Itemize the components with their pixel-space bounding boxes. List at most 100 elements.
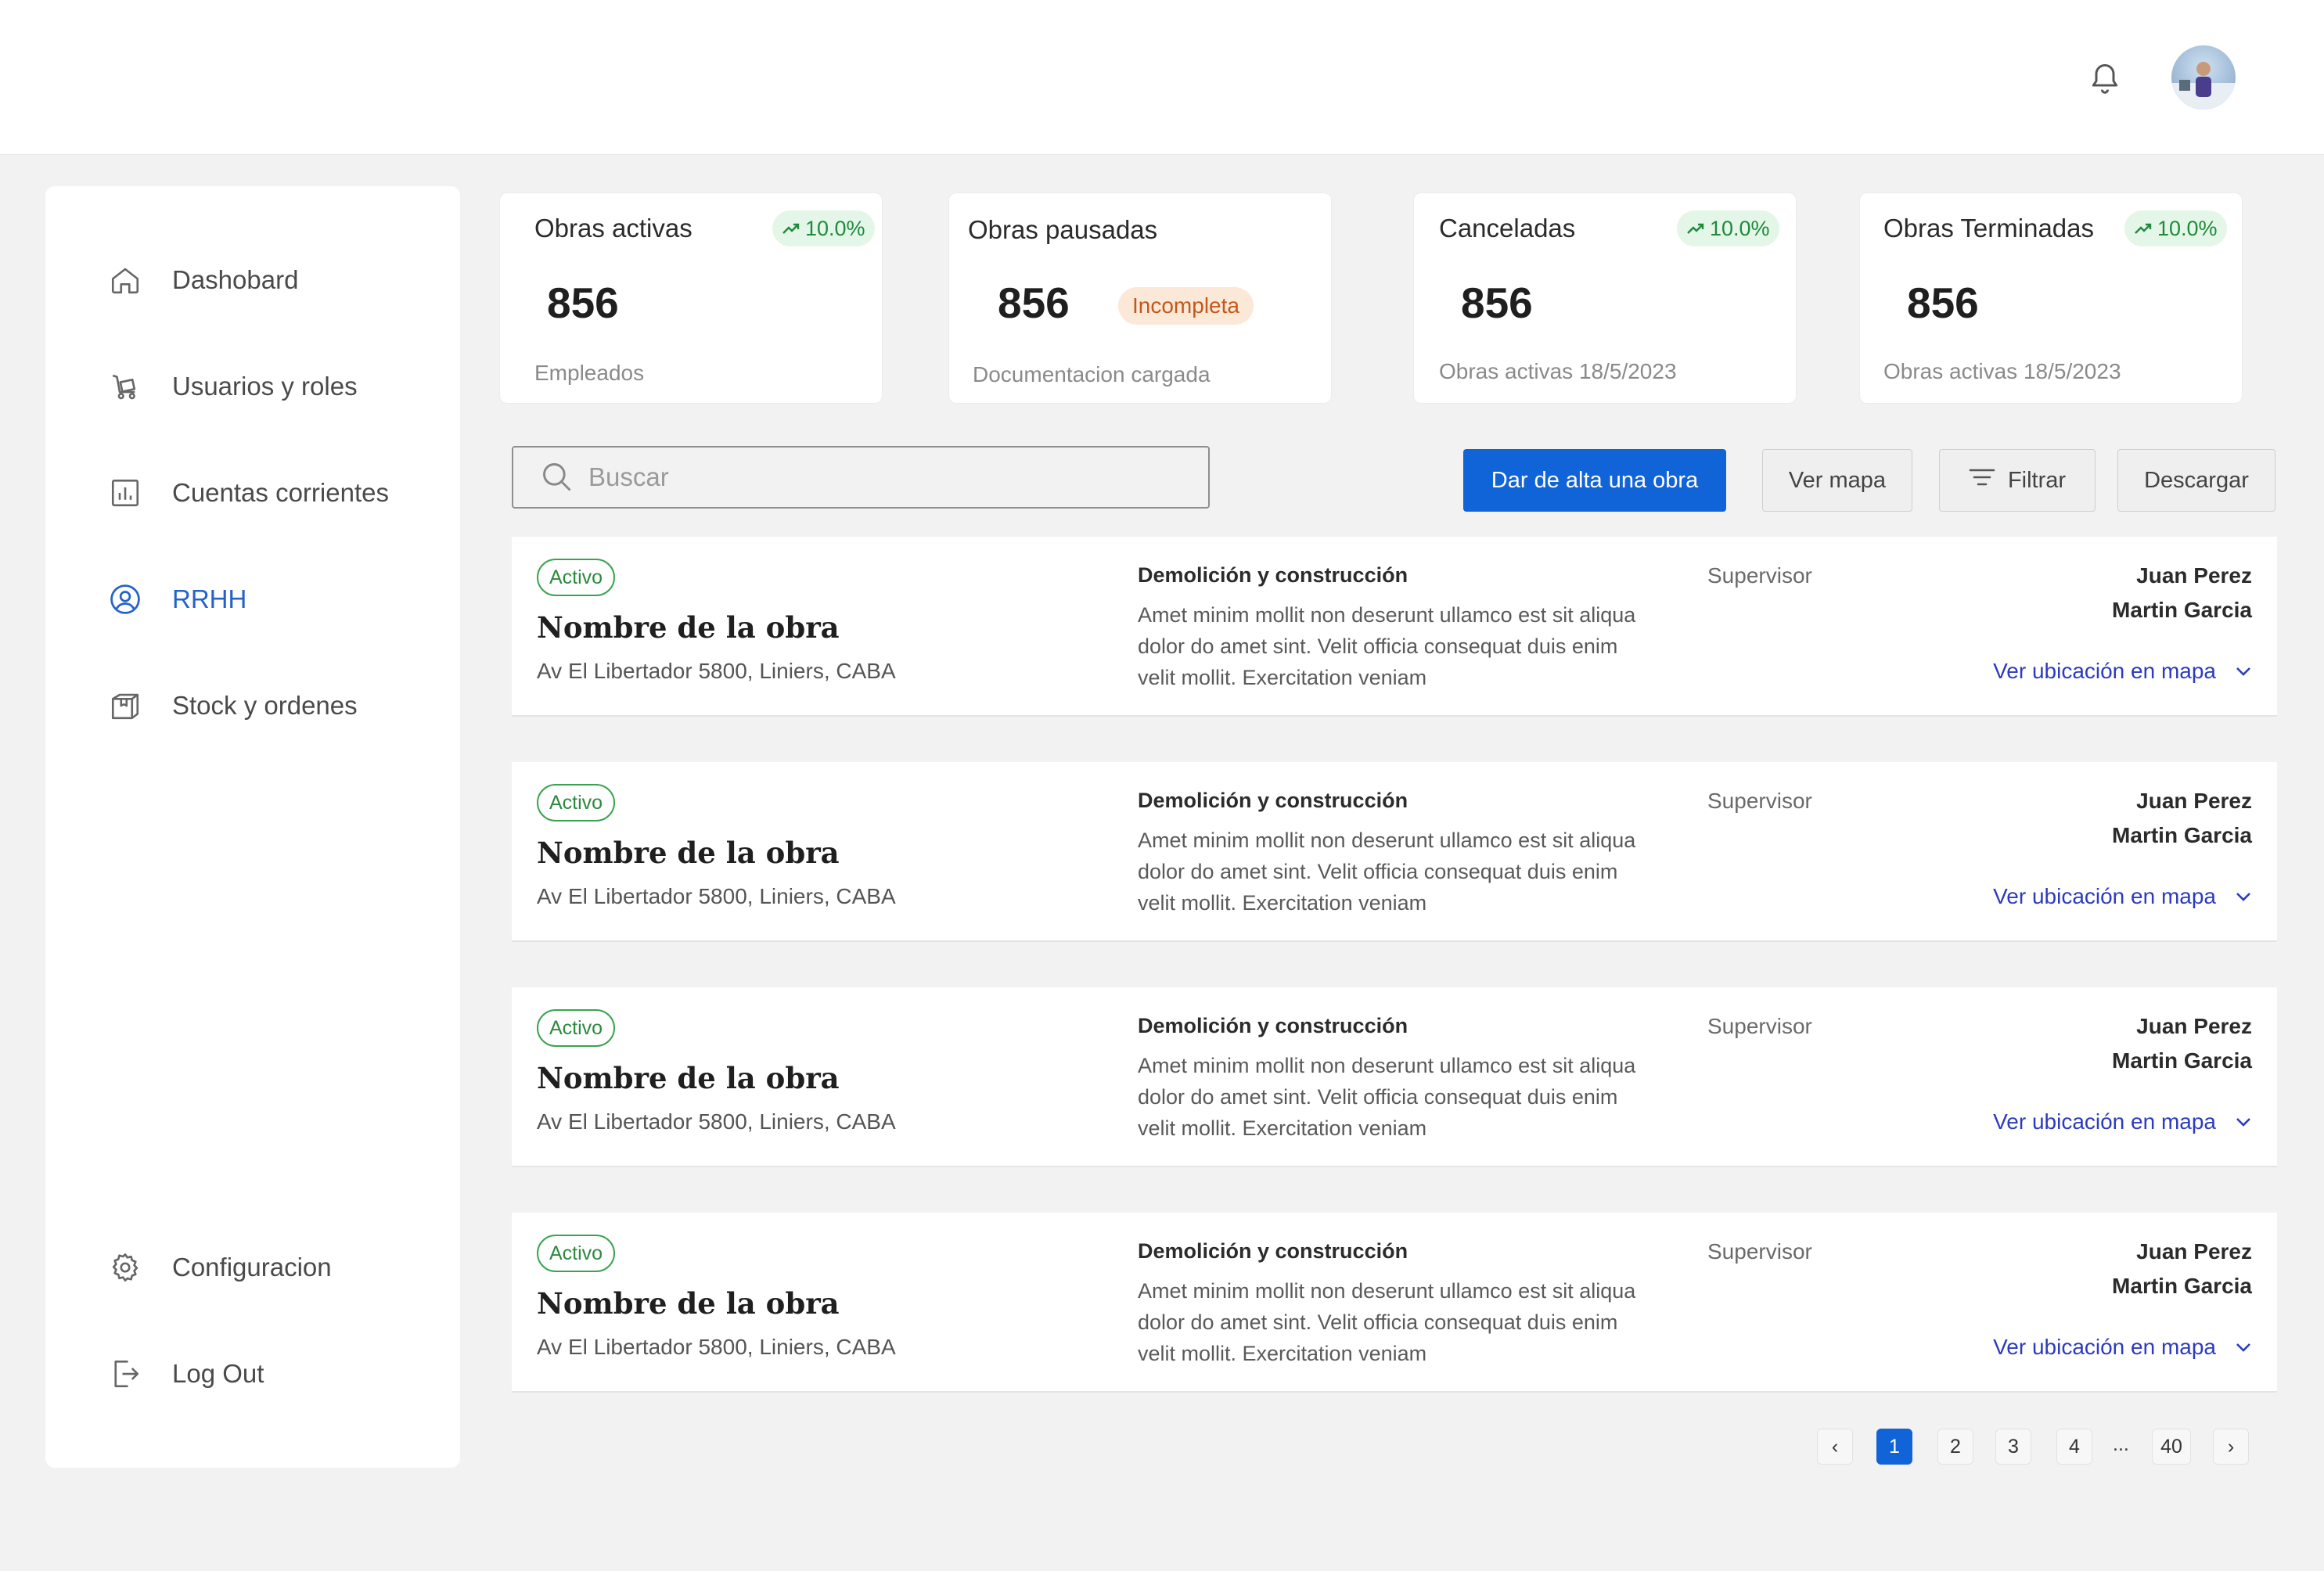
- obra-description: Amet minim mollit non deserunt ullamco e…: [1138, 603, 1636, 689]
- stat-value: 856: [1461, 279, 1533, 327]
- download-button[interactable]: Descargar: [2117, 449, 2275, 512]
- sidebar-item-label: Configuracion: [172, 1253, 332, 1282]
- stat-subtitle: Obras activas 18/5/2023: [1883, 359, 2121, 383]
- bell-icon[interactable]: [2088, 59, 2122, 95]
- trend-badge: 10.0%: [772, 210, 875, 246]
- role-label: Supervisor: [1707, 789, 1812, 813]
- person-name: Martin Garcia: [2112, 823, 2252, 847]
- chart-icon: [108, 476, 142, 510]
- view-location-label: Ver ubicación en mapa: [1993, 1335, 2216, 1359]
- trend-value: 10.0%: [805, 216, 865, 240]
- sidebar-item-users[interactable]: Usuarios y roles: [108, 363, 358, 410]
- search-icon: [540, 460, 574, 494]
- sidebar-item-label: RRHH: [172, 584, 247, 613]
- chevron-down-icon: [2236, 893, 2250, 901]
- view-location-label: Ver ubicación en mapa: [1993, 659, 2216, 683]
- filter-button[interactable]: Filtrar: [1939, 449, 2096, 512]
- view-location-label: Ver ubicación en mapa: [1993, 884, 2216, 908]
- pagination-page-4[interactable]: 4: [2056, 1429, 2092, 1465]
- sidebar-item-cuentas[interactable]: Cuentas corrientes: [108, 469, 389, 516]
- sidebar-item-configuracion[interactable]: Configuracion: [108, 1244, 332, 1291]
- table-row[interactable]: Activo Nombre de la obra Av El Libertado…: [512, 762, 2277, 942]
- person-name: Juan Perez: [2136, 1239, 2252, 1264]
- obra-category: Demolición y construcción: [1138, 563, 1408, 587]
- stat-card-canceladas: Canceladas 10.0% 856 Obras activas 18/5/…: [1413, 192, 1797, 404]
- status-badge: Activo: [537, 559, 616, 596]
- pagination-page-2[interactable]: 2: [1937, 1429, 1973, 1465]
- role-label: Supervisor: [1707, 1239, 1812, 1264]
- trend-badge: 10.0%: [2124, 210, 2227, 246]
- view-location-link[interactable]: Ver ubicación en mapa: [1993, 1109, 2252, 1134]
- view-location-link[interactable]: Ver ubicación en mapa: [1993, 884, 2252, 909]
- status-badge: Incompleta: [1118, 287, 1254, 325]
- obra-name: Nombre de la obra: [537, 836, 840, 870]
- users-icon: [108, 369, 142, 404]
- gear-icon: [108, 1250, 142, 1285]
- obra-category: Demolición y construcción: [1138, 789, 1408, 812]
- stat-value: 856: [998, 279, 1070, 327]
- sidebar-item-label: Dashobard: [172, 265, 299, 294]
- obra-address: Av El Libertador 5800, Liniers, CABA: [537, 1335, 896, 1359]
- stat-title: Canceladas: [1439, 214, 1576, 243]
- role-label: Supervisor: [1707, 563, 1812, 588]
- search-box[interactable]: [512, 446, 1210, 509]
- pagination-page-last[interactable]: 40: [2152, 1429, 2191, 1465]
- sidebar-item-dashboard[interactable]: Dashobard: [108, 257, 298, 304]
- obra-category: Demolición y construcción: [1138, 1014, 1408, 1037]
- view-location-link[interactable]: Ver ubicación en mapa: [1993, 1335, 2252, 1360]
- status-badge: Activo: [537, 784, 616, 821]
- obra-name: Nombre de la obra: [537, 610, 840, 645]
- stat-subtitle: Obras activas 18/5/2023: [1439, 359, 1677, 383]
- search-input[interactable]: [588, 462, 1183, 492]
- sidebar-item-logout[interactable]: Log Out: [108, 1350, 264, 1397]
- filter-icon: [1969, 467, 1995, 494]
- status-badge: Activo: [537, 1009, 616, 1047]
- sidebar-item-label: Stock y ordenes: [172, 691, 358, 720]
- trend-badge: 10.0%: [1677, 210, 1779, 246]
- obra-description: Amet minim mollit non deserunt ullamco e…: [1138, 829, 1636, 915]
- view-map-button[interactable]: Ver mapa: [1762, 449, 1912, 512]
- pagination-page-1[interactable]: 1: [1876, 1429, 1912, 1465]
- top-bar: [0, 0, 2324, 155]
- view-location-link[interactable]: Ver ubicación en mapa: [1993, 659, 2252, 684]
- stat-value: 856: [547, 279, 619, 327]
- table-row[interactable]: Activo Nombre de la obra Av El Libertado…: [512, 537, 2277, 717]
- role-label: Supervisor: [1707, 1014, 1812, 1038]
- obra-name: Nombre de la obra: [537, 1061, 840, 1095]
- home-icon: [108, 263, 142, 297]
- obra-address: Av El Libertador 5800, Liniers, CABA: [537, 1109, 896, 1134]
- person-name: Martin Garcia: [2112, 1274, 2252, 1298]
- pagination-prev[interactable]: ‹: [1817, 1429, 1853, 1465]
- view-location-label: Ver ubicación en mapa: [1993, 1109, 2216, 1134]
- pagination-next[interactable]: ›: [2213, 1429, 2249, 1465]
- status-badge: Activo: [537, 1235, 616, 1272]
- pagination-page-3[interactable]: 3: [1995, 1429, 2031, 1465]
- stat-title: Obras pausadas: [968, 215, 1158, 244]
- stat-card-obras-activas: Obras activas 10.0% 856 Empleados: [499, 192, 883, 404]
- sidebar-item-label: Usuarios y roles: [172, 372, 358, 401]
- person-name: Juan Perez: [2136, 1014, 2252, 1038]
- filter-label: Filtrar: [2007, 467, 2067, 493]
- sidebar-item-stock[interactable]: Stock y ordenes: [108, 682, 358, 729]
- obra-name: Nombre de la obra: [537, 1286, 840, 1321]
- obra-address: Av El Libertador 5800, Liniers, CABA: [537, 659, 896, 683]
- sidebar-item-rrhh[interactable]: RRHH: [108, 576, 246, 623]
- stat-subtitle: Documentacion cargada: [973, 362, 1211, 386]
- trend-value: 10.0%: [1710, 216, 1770, 240]
- obra-category: Demolición y construcción: [1138, 1239, 1408, 1263]
- chevron-down-icon: [2236, 1343, 2250, 1352]
- obra-address: Av El Libertador 5800, Liniers, CABA: [537, 884, 896, 908]
- stat-card-obras-terminadas: Obras Terminadas 10.0% 856 Obras activas…: [1859, 192, 2243, 404]
- logout-icon: [108, 1357, 142, 1391]
- box-icon: [108, 688, 142, 723]
- obra-description: Amet minim mollit non deserunt ullamco e…: [1138, 1279, 1636, 1365]
- avatar[interactable]: [2171, 45, 2236, 110]
- table-row[interactable]: Activo Nombre de la obra Av El Libertado…: [512, 1213, 2277, 1393]
- stat-subtitle: Empleados: [534, 361, 645, 385]
- table-row[interactable]: Activo Nombre de la obra Av El Libertado…: [512, 987, 2277, 1167]
- stat-value: 856: [1907, 279, 1979, 327]
- sidebar-item-label: Log Out: [172, 1359, 264, 1388]
- stat-title: Obras activas: [534, 214, 693, 243]
- add-obra-button[interactable]: Dar de alta una obra: [1463, 449, 1726, 512]
- stat-title: Obras Terminadas: [1883, 214, 2095, 243]
